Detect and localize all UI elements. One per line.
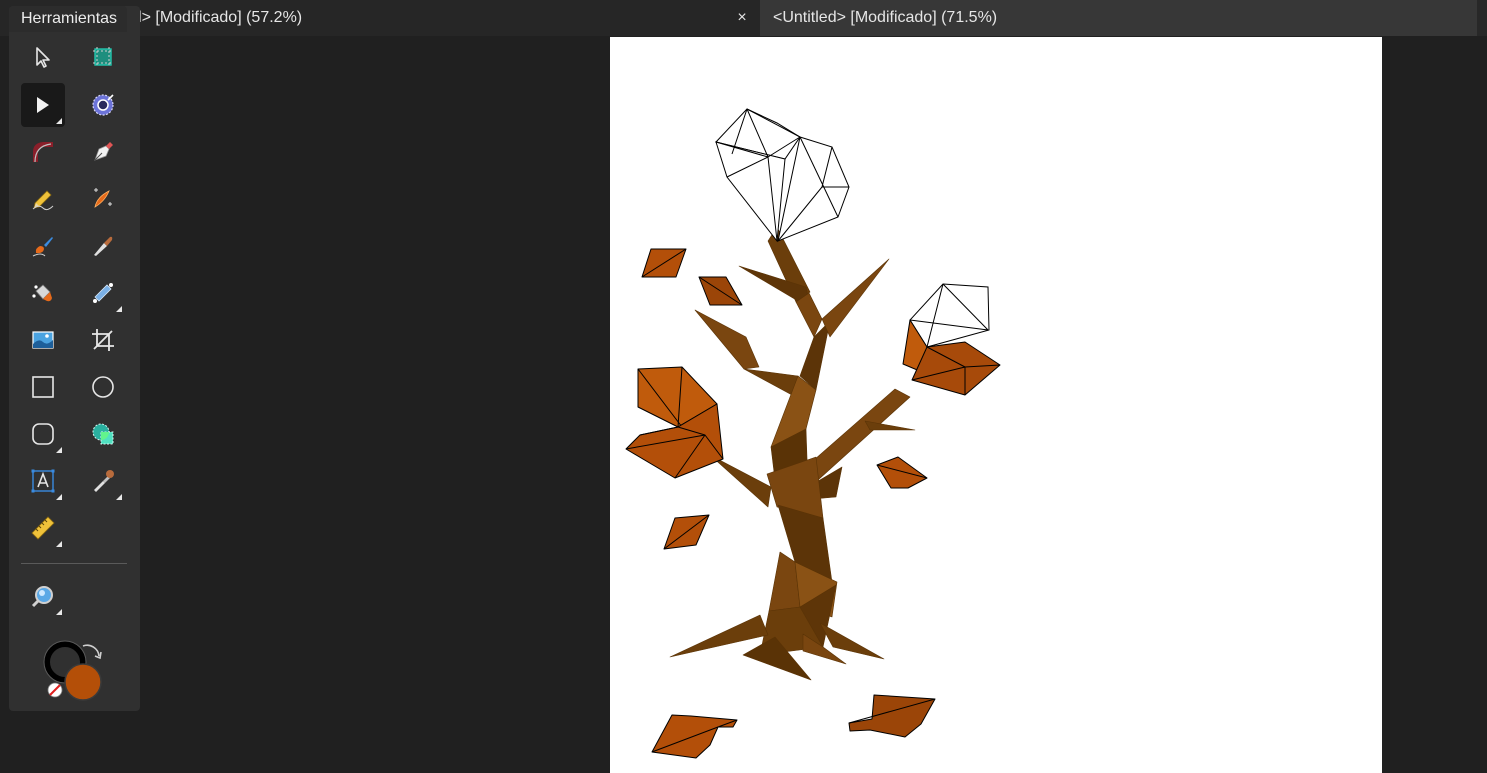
tools-panel: Herramientas: [9, 6, 140, 711]
crop-tool[interactable]: [81, 318, 125, 362]
vector-brush-tool[interactable]: [81, 177, 125, 221]
corner-icon: [33, 142, 53, 163]
rounded-rectangle-tool[interactable]: [21, 412, 65, 456]
flyout-indicator-icon: [56, 609, 62, 615]
rectangle-tool[interactable]: [21, 365, 65, 409]
artboard[interactable]: [610, 37, 1382, 773]
vector-brush-icon: [94, 188, 112, 208]
measure-tool[interactable]: [21, 506, 65, 550]
outline-leaves: [715, 108, 990, 348]
flyout-indicator-icon: [56, 541, 62, 547]
ellipse-tool[interactable]: [81, 365, 125, 409]
color-picker-tool[interactable]: [81, 459, 125, 503]
image-icon: [32, 331, 54, 349]
ruler-icon: [31, 516, 55, 540]
flyout-indicator-icon: [56, 118, 62, 124]
corner-tool[interactable]: [21, 130, 65, 174]
paint-brush-icon: [32, 237, 53, 257]
no-color-icon: [47, 682, 63, 698]
document-tab-bar: <Untitled> [Modificado] (57.2%) × <Untit…: [0, 0, 1487, 36]
tree-illustration[interactable]: [610, 37, 1382, 773]
ellipse-icon: [92, 376, 114, 398]
arrow-pointer-icon: [36, 47, 50, 68]
crop-icon: [92, 329, 114, 351]
paint-brush-tool[interactable]: [21, 224, 65, 268]
node-arrow-icon: [37, 97, 49, 113]
move-tool[interactable]: [21, 35, 65, 79]
pencil-tool[interactable]: [21, 177, 65, 221]
knife-icon: [94, 236, 113, 256]
tools-panel-title: Herramientas: [9, 6, 128, 32]
flyout-indicator-icon: [56, 447, 62, 453]
pen-nib-icon: [94, 142, 113, 161]
shape-builder-icon: [92, 423, 114, 445]
artistic-text-tool[interactable]: [21, 459, 65, 503]
shape-builder-tool[interactable]: [81, 412, 125, 456]
flyout-indicator-icon: [116, 494, 122, 500]
knife-tool[interactable]: [81, 224, 125, 268]
close-icon[interactable]: ×: [732, 0, 752, 36]
gradient-ring-icon: [92, 94, 114, 116]
document-tab-2-label: <Untitled> [Modificado] (71.5%): [773, 9, 998, 26]
fill-tool[interactable]: [21, 271, 65, 315]
pencil-icon: [32, 190, 54, 211]
swap-colors-icon: [82, 644, 102, 660]
fill-stroke-swatches[interactable]: [43, 640, 107, 704]
place-image-tool[interactable]: [21, 318, 65, 362]
document-tab-2[interactable]: <Untitled> [Modificado] (71.5%): [760, 0, 1477, 36]
transparency-tool[interactable]: [81, 83, 125, 127]
transparency-gradient-tool[interactable]: [81, 271, 125, 315]
rounded-rectangle-icon: [32, 423, 54, 445]
fill-color-swatch: [64, 663, 102, 701]
eyedropper-icon: [94, 470, 114, 492]
magnifier-icon: [31, 586, 53, 608]
rectangle-icon: [32, 376, 54, 398]
flyout-indicator-icon: [116, 306, 122, 312]
artboard-tool[interactable]: [81, 35, 125, 79]
pen-tool[interactable]: [81, 130, 125, 174]
gradient-icon: [93, 283, 113, 303]
color-well[interactable]: [43, 640, 107, 704]
flyout-indicator-icon: [56, 494, 62, 500]
text-frame-icon: [31, 469, 55, 493]
paint-bucket-icon: [32, 284, 52, 302]
zoom-tool[interactable]: [21, 574, 65, 618]
tools-divider: [21, 563, 127, 564]
node-tool[interactable]: [21, 83, 65, 127]
artboard-icon: [93, 47, 113, 67]
